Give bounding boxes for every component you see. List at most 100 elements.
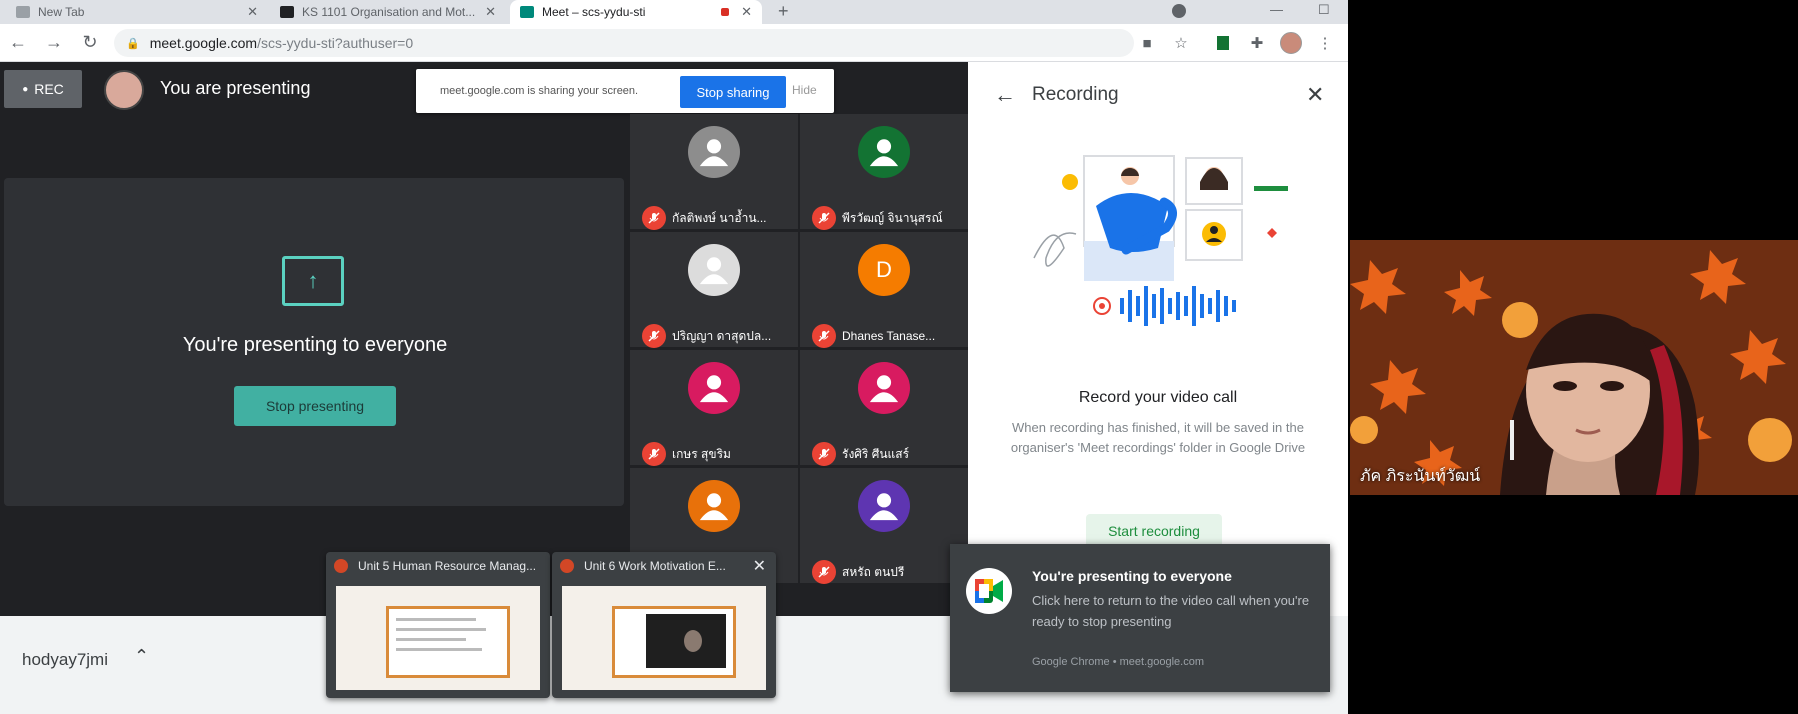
- record-description: When recording has finished, it will be …: [1010, 420, 1306, 455]
- participant-name: Dhanes Tanase...: [842, 329, 936, 343]
- mic-muted-icon: [812, 442, 836, 466]
- minimize-window-icon[interactable]: —: [1270, 2, 1283, 17]
- hide-share-bar-button[interactable]: Hide: [792, 83, 817, 97]
- recording-panel: ← Recording ✕ Record your video call Whe…: [968, 62, 1348, 617]
- participant-name: พีรวัฒญ์ จินานุสรณ์: [842, 210, 943, 225]
- tab-title: Meet – scs-yydu-sti: [542, 5, 646, 19]
- reload-icon[interactable]: ↻: [78, 30, 102, 54]
- tab-meet[interactable]: Meet – scs-yydu-sti ✕: [510, 0, 762, 24]
- powerpoint-icon: [334, 559, 348, 573]
- rec-badge: ● REC: [4, 70, 82, 108]
- stop-sharing-button[interactable]: Stop sharing: [680, 76, 786, 108]
- participant-name-row: พีรวัฒญ์ จินานุสรณ์: [812, 206, 966, 230]
- stop-presenting-button[interactable]: Stop presenting: [234, 386, 396, 426]
- record-title: Record your video call: [1078, 389, 1238, 406]
- participant-tile[interactable]: พีรวัฒญ์ จินานุสรณ์: [800, 114, 968, 230]
- close-thumbnail-icon[interactable]: ✕: [753, 556, 766, 576]
- forward-arrow-icon[interactable]: →: [42, 30, 66, 54]
- participant-tile[interactable]: รังศิริ ศีนแสร์: [800, 350, 968, 466]
- panel-title: Recording: [1032, 84, 1119, 105]
- participant-name-row: ปริญญา ดาสุดปล...: [642, 324, 796, 348]
- extension-flag-icon[interactable]: [1212, 32, 1234, 54]
- maximize-window-icon[interactable]: ☐: [1318, 2, 1330, 18]
- presenting-heading: You're presenting to everyone: [182, 334, 448, 356]
- chrome-notification[interactable]: You're presenting to everyone Click here…: [950, 544, 1330, 692]
- window-thumbnail-unit6[interactable]: Unit 6 Work Motivation E... ✕: [552, 552, 776, 698]
- webcam-name-label: ภัค ภิระนันท์วัฒน์: [1360, 468, 1481, 485]
- participant-name: กัลติพงษ์ นาอ้ำน...: [672, 210, 767, 225]
- rec-dot-icon: ●: [22, 83, 29, 95]
- participant-name: ปริญญา ดาสุดปล...: [672, 328, 772, 343]
- powerpoint-icon: [560, 559, 574, 573]
- url-host: meet.google.com: [149, 35, 258, 51]
- new-tab-plus-icon[interactable]: +: [778, 0, 789, 22]
- tab-new-tab[interactable]: New Tab ✕: [6, 0, 268, 24]
- slide-preview: [562, 586, 766, 690]
- participant-name: รังศิริ ศีนแสร์: [842, 446, 910, 461]
- participant-name: เกษร สุขริม: [672, 446, 731, 461]
- participant-name: สหรัถ ตนปรี: [842, 564, 905, 579]
- slide-preview: [336, 586, 540, 690]
- mic-muted-icon: [812, 324, 836, 348]
- participant-tile[interactable]: สหรัถ ตนปรี: [800, 468, 968, 584]
- autumn-leaves-background-icon: [1350, 240, 1798, 495]
- close-tab-icon[interactable]: ✕: [247, 4, 258, 20]
- mic-muted-icon: [642, 442, 666, 466]
- participant-name-row: กัลติพงษ์ นาอ้ำน...: [642, 206, 796, 230]
- participant-tile[interactable]: กัลติพงษ์ นาอ้ำน...: [630, 114, 798, 230]
- mic-muted-icon: [812, 206, 836, 230]
- participant-name-row: สหรัถ ตนปรี: [812, 560, 966, 584]
- rec-label: REC: [34, 81, 64, 97]
- tab-title: New Tab: [38, 5, 85, 19]
- thumbnail-title: Unit 6 Work Motivation E...: [584, 559, 726, 573]
- course-favicon: [280, 6, 294, 18]
- participant-avatar: [688, 244, 740, 296]
- tab-title: KS 1101 Organisation and Mot...: [302, 5, 476, 19]
- webcam-overlay: ภัค ภิระนันท์วัฒน์: [1350, 240, 1798, 495]
- shelf-item-label[interactable]: hodyay7jmi: [22, 650, 108, 670]
- present-screen-icon: ↑: [282, 256, 344, 306]
- participant-name-row: เกษร สุขริม: [642, 442, 796, 466]
- tab-course[interactable]: KS 1101 Organisation and Mot... ✕: [270, 0, 506, 24]
- participant-name-row: Dhanes Tanase...: [812, 324, 966, 348]
- thumbnail-title: Unit 5 Human Resource Manag...: [358, 559, 537, 573]
- thumbnail-header: Unit 6 Work Motivation E...: [552, 552, 776, 580]
- recording-indicator-icon: [721, 8, 730, 16]
- camera-in-use-icon[interactable]: ■: [1136, 32, 1158, 54]
- url-path: /scs-yydu-sti?authuser=0: [257, 35, 414, 51]
- extensions-puzzle-icon[interactable]: ✚: [1246, 32, 1268, 54]
- back-arrow-icon[interactable]: ←: [994, 82, 1016, 108]
- close-tab-icon[interactable]: ✕: [485, 4, 496, 20]
- participant-tile[interactable]: เกษร สุขริม: [630, 350, 798, 466]
- mic-muted-icon: [642, 324, 666, 348]
- notification-title: You're presenting to everyone: [1032, 568, 1232, 584]
- bookmark-star-icon[interactable]: ☆: [1170, 32, 1192, 54]
- window-thumbnail-unit5[interactable]: Unit 5 Human Resource Manag...: [326, 552, 550, 698]
- participant-avatar: [688, 362, 740, 414]
- participant-name-row: รังศิริ ศีนแสร์: [812, 442, 966, 466]
- participant-avatar: [858, 480, 910, 532]
- close-icon[interactable]: ✕: [1306, 82, 1324, 108]
- new-tab-favicon: [16, 6, 30, 18]
- profile-avatar-icon[interactable]: [1280, 32, 1302, 54]
- notification-footer: Google Chrome • meet.google.com: [1032, 656, 1204, 668]
- participant-tile[interactable]: ปริญญา ดาสุดปล...: [630, 232, 798, 348]
- browser-window: New Tab ✕ KS 1101 Organisation and Mot..…: [0, 0, 1348, 714]
- screen-share-bar: meet.google.com is sharing your screen. …: [416, 69, 834, 113]
- close-tab-icon[interactable]: ✕: [741, 4, 752, 20]
- participant-grid: กัลติพงษ์ นาอ้ำน... พีรวัฒญ์ จินานุสรณ์ปร…: [630, 114, 968, 614]
- notification-body: Click here to return to the video call w…: [1032, 593, 1310, 629]
- start-recording-button[interactable]: Start recording: [1086, 514, 1222, 548]
- back-arrow-icon[interactable]: ←: [6, 30, 30, 54]
- recording-illustration-icon: [1033, 155, 1288, 326]
- participant-avatar: [688, 480, 740, 532]
- thumbnail-header: Unit 5 Human Resource Manag...: [326, 552, 550, 580]
- meet-favicon: [520, 6, 534, 18]
- participant-tile[interactable]: D Dhanes Tanase...: [800, 232, 968, 348]
- participant-avatar: [858, 126, 910, 178]
- account-dot-icon[interactable]: [1172, 4, 1186, 18]
- chevron-up-icon[interactable]: ⌃: [134, 646, 149, 667]
- participant-avatar: D: [858, 244, 910, 296]
- chrome-menu-icon[interactable]: ⋮: [1314, 32, 1336, 54]
- address-bar[interactable]: 🔒 meet.google.com/scs-yydu-sti?authuser=…: [114, 29, 1134, 57]
